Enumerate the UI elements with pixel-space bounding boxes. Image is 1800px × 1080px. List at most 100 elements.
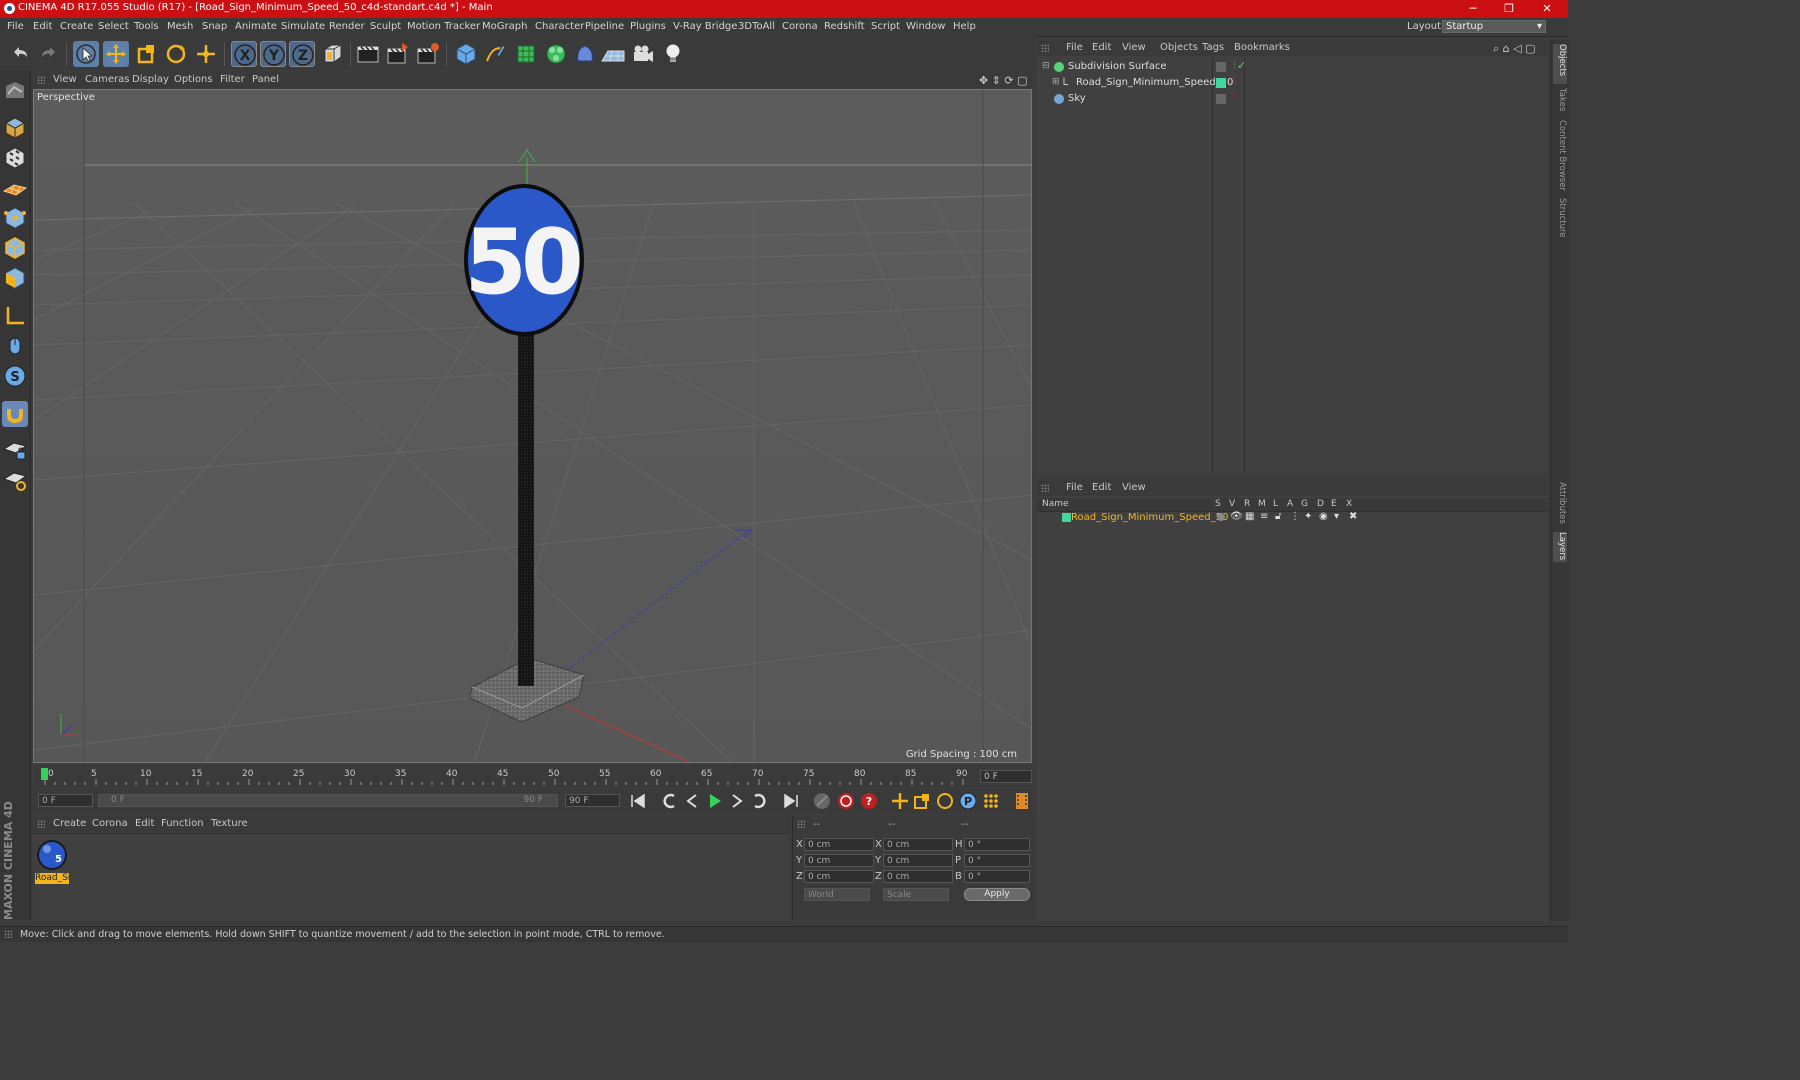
- viewport-menu-display[interactable]: Display: [132, 74, 169, 85]
- layer-tag-icon[interactable]: [1216, 94, 1226, 104]
- rotation-p-field[interactable]: 0 °: [964, 854, 1030, 867]
- menu-simulate[interactable]: Simulate: [281, 21, 325, 32]
- rotation-h-field[interactable]: 0 °: [964, 838, 1030, 851]
- start-frame-field[interactable]: 0 F: [38, 794, 93, 807]
- size-z-field[interactable]: 0 cm: [883, 870, 953, 883]
- move-tool-icon[interactable]: [103, 41, 129, 67]
- menu-create[interactable]: Create: [60, 21, 93, 32]
- object-row-road-sign[interactable]: ⊞ Ꮮ Road_Sign_Minimum_Speed_50 ⋮: [1040, 76, 1545, 91]
- menu-character[interactable]: Character: [535, 21, 584, 32]
- go-to-start-icon[interactable]: [628, 791, 648, 811]
- object-menu-bookmarks[interactable]: Bookmarks: [1234, 42, 1290, 53]
- transform-tool-icon[interactable]: [193, 41, 219, 67]
- render-to-picture-viewer-icon[interactable]: [385, 41, 411, 67]
- locked-workplane-icon[interactable]: [2, 437, 28, 463]
- tab-structure[interactable]: Structure: [1553, 198, 1567, 240]
- timeline-ruler[interactable]: 0 5 10 15 20 25 30 35 40 45 50 55 60 65 …: [33, 765, 1033, 787]
- material-menu-corona[interactable]: Corona: [92, 818, 128, 829]
- texture-mode-icon[interactable]: [2, 145, 28, 171]
- object-menu-view[interactable]: View: [1122, 42, 1146, 53]
- previous-keyframe-icon[interactable]: [659, 791, 679, 811]
- coordinate-mode-dropdown[interactable]: World: [804, 888, 870, 901]
- object-manager-search-icon[interactable]: ⌕ ⌂ ◁ ▢: [1493, 42, 1536, 56]
- edges-mode-icon[interactable]: [2, 235, 28, 261]
- next-frame-icon[interactable]: [727, 791, 747, 811]
- layer-lock-icon[interactable]: 🔓︎: [1275, 511, 1281, 522]
- menu-animate[interactable]: Animate: [235, 21, 277, 32]
- z-axis-lock-button[interactable]: Z: [289, 41, 315, 67]
- collapse-toggle-icon[interactable]: ⊟: [1042, 61, 1050, 71]
- layer-xref-icon[interactable]: ✖: [1349, 511, 1357, 522]
- menu-tools[interactable]: Tools: [134, 21, 159, 32]
- previous-frame-icon[interactable]: [682, 791, 702, 811]
- layer-solo-icon[interactable]: [1217, 513, 1225, 521]
- undo-button[interactable]: [7, 41, 33, 67]
- layer-deformer-icon[interactable]: ◉: [1319, 511, 1328, 522]
- object-menu-objects[interactable]: Objects: [1160, 42, 1198, 53]
- position-y-field[interactable]: 0 cm: [804, 854, 874, 867]
- next-keyframe-icon[interactable]: [750, 791, 770, 811]
- model-mode-icon[interactable]: [2, 115, 28, 141]
- redo-button[interactable]: [36, 41, 62, 67]
- menu-file[interactable]: File: [7, 21, 24, 32]
- viewport-menu-filter[interactable]: Filter: [220, 74, 245, 85]
- enabled-check-icon[interactable]: ✓: [1237, 59, 1246, 72]
- viewport-menu-panel[interactable]: Panel: [252, 74, 279, 85]
- timeline-window-icon[interactable]: [1012, 791, 1032, 811]
- position-z-field[interactable]: 0 cm: [804, 870, 874, 883]
- material-menu-create[interactable]: Create: [53, 818, 86, 829]
- material-menu-function[interactable]: Function: [161, 818, 204, 829]
- material-menu-edit[interactable]: Edit: [135, 818, 154, 829]
- coordinate-system-icon[interactable]: [320, 41, 346, 67]
- light-bulb-icon[interactable]: [660, 41, 686, 67]
- viewport-menu-options[interactable]: Options: [174, 74, 213, 85]
- rotation-b-field[interactable]: 0 °: [964, 870, 1030, 883]
- layer-color-swatch[interactable]: [1216, 78, 1226, 88]
- keyframe-selection-icon[interactable]: ?: [859, 791, 879, 811]
- menu-edit[interactable]: Edit: [33, 21, 52, 32]
- deformer-icon[interactable]: [572, 41, 598, 67]
- close-button[interactable]: ✕: [1529, 0, 1565, 18]
- points-mode-icon[interactable]: [2, 205, 28, 231]
- scale-tool-icon[interactable]: [133, 41, 159, 67]
- floor-scene-icon[interactable]: [600, 41, 626, 67]
- material-thumbnail[interactable]: 5 Road_Si: [35, 838, 69, 884]
- key-pla-icon[interactable]: [981, 791, 1001, 811]
- maximize-button[interactable]: ❐: [1491, 0, 1527, 18]
- current-frame-field[interactable]: 0 F: [980, 770, 1032, 783]
- frame-range-slider[interactable]: 0 F 90 F: [98, 794, 558, 807]
- menu-vray-bridge[interactable]: V-Ray Bridge: [673, 21, 737, 32]
- tab-objects[interactable]: Objects: [1553, 44, 1567, 84]
- object-row-sky[interactable]: Sky ⋮: [1040, 92, 1545, 107]
- layer-generator-icon[interactable]: ✦: [1304, 511, 1312, 522]
- viewport-navigation-icons[interactable]: ✥ ⇕ ⟳ ▢: [979, 74, 1028, 87]
- workplane-mode-icon[interactable]: [2, 175, 28, 201]
- layer-expression-icon[interactable]: ▾: [1334, 511, 1339, 522]
- menu-mograph[interactable]: MoGraph: [482, 21, 527, 32]
- menu-redshift[interactable]: Redshift: [824, 21, 865, 32]
- size-y-field[interactable]: 0 cm: [883, 854, 953, 867]
- render-view-icon[interactable]: [355, 41, 381, 67]
- solo-mode-icon[interactable]: S: [2, 363, 28, 389]
- layer-tag-icon[interactable]: [1216, 62, 1226, 72]
- layer-color-swatch[interactable]: [1062, 513, 1071, 522]
- object-menu-file[interactable]: File: [1066, 42, 1083, 53]
- viewport-menu-cameras[interactable]: Cameras: [85, 74, 129, 85]
- menu-script[interactable]: Script: [871, 21, 900, 32]
- material-menu-texture[interactable]: Texture: [211, 818, 248, 829]
- object-row-subdivision-surface[interactable]: ⊟ Subdivision Surface ⋮ ✓: [1040, 59, 1545, 75]
- camera-icon[interactable]: [630, 41, 656, 67]
- tab-takes[interactable]: Takes: [1553, 88, 1567, 114]
- spline-pen-icon[interactable]: [483, 41, 509, 67]
- rotate-tool-icon[interactable]: [163, 41, 189, 67]
- menu-window[interactable]: Window: [906, 21, 945, 32]
- object-menu-edit[interactable]: Edit: [1092, 42, 1111, 53]
- go-to-end-icon[interactable]: [781, 791, 801, 811]
- end-frame-field[interactable]: 90 F: [565, 794, 620, 807]
- layer-menu-view[interactable]: View: [1122, 482, 1146, 493]
- tweak-mode-icon[interactable]: [2, 333, 28, 359]
- menu-plugins[interactable]: Plugins: [630, 21, 666, 32]
- tab-content-browser[interactable]: Content Browser: [1553, 120, 1567, 191]
- x-axis-lock-button[interactable]: X: [231, 41, 257, 67]
- menu-3dtoall[interactable]: 3DToAll: [738, 21, 775, 32]
